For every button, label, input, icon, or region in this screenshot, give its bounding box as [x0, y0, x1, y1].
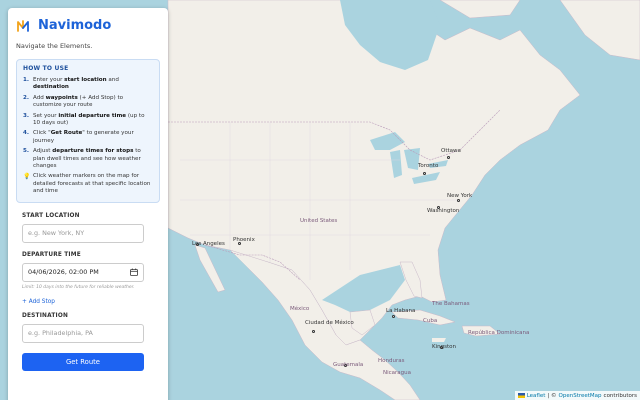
map-label-la-habana: La Habana — [386, 308, 416, 314]
departure-hint: Limit: 10 days into the future for relia… — [22, 284, 135, 290]
step-text: Adjust departure times for stops to plan… — [33, 148, 153, 170]
step-number: 2. — [23, 94, 30, 101]
destination-label: DESTINATION — [22, 312, 69, 319]
step-text: Click "Get Route" to generate your journ… — [33, 130, 153, 145]
step-2-bold-waypoints: waypoints — [45, 94, 78, 101]
step-number: 1. — [23, 77, 30, 83]
step-3-pre: Set your — [33, 112, 59, 119]
map-label-ciudad-de-mexico: Ciudad de México — [305, 320, 354, 326]
departure-time-input[interactable]: 04/06/2026, 02:00 PM — [22, 262, 144, 282]
departure-time-value: 04/06/2026, 02:00 PM — [28, 268, 99, 277]
step-3-bold-departure: initial departure time — [58, 112, 127, 119]
leaflet-link[interactable]: Leaflet — [527, 393, 546, 399]
map-label-bahamas: The Bahamas — [432, 301, 470, 307]
openstreetmap-link[interactable]: OpenStreetMap — [559, 393, 602, 399]
sidebar-panel: Navimodo Navigate the Elements. HOW TO U… — [8, 8, 168, 400]
step-number: 5. — [23, 148, 30, 155]
step-4: 4. Click "Get Route" to generate your jo… — [23, 130, 153, 145]
step-text: Set your initial departure time (up to 1… — [33, 113, 153, 128]
map-label-cuba: Cuba — [423, 318, 438, 324]
tip: 💡 Click weather markers on the map for d… — [23, 173, 153, 195]
how-to-use-box: HOW TO USE 1. Enter your start location … — [16, 59, 160, 203]
step-4-bold-get-route: Get Route — [50, 130, 83, 137]
step-4-pre: Click " — [33, 130, 51, 137]
route-form: START LOCATION e.g. New York, NY DEPARTU… — [16, 213, 160, 371]
newyork-marker — [457, 199, 460, 202]
step-2-pre: Add — [33, 94, 46, 101]
cdmx-marker — [312, 330, 315, 333]
calendar-icon[interactable] — [130, 268, 138, 277]
step-1-pre: Enter your — [33, 77, 65, 83]
map-label-mexico: México — [290, 306, 310, 312]
map-label-washington: Washington — [427, 208, 460, 214]
start-location-label: START LOCATION — [22, 212, 80, 219]
start-location-input[interactable]: e.g. New York, NY — [22, 223, 144, 243]
attribution-contributors: contributors — [603, 392, 637, 399]
lightbulb-icon: 💡 — [23, 173, 31, 181]
attribution-separator: | © — [547, 392, 557, 399]
get-route-button[interactable]: Get Route — [22, 352, 144, 371]
step-5: 5. Adjust departure times for stops to p… — [23, 148, 153, 170]
step-1-mid: and — [106, 77, 119, 83]
habana-marker — [392, 315, 395, 318]
step-number: 4. — [23, 130, 30, 137]
ukraine-flag-icon — [517, 393, 525, 398]
brand: Navimodo — [16, 18, 160, 33]
map-label-los-angeles: Los Angeles — [192, 241, 225, 247]
map-label-ottawa: Ottawa — [441, 148, 461, 154]
tip-text: Click weather markers on the map for det… — [33, 173, 151, 195]
step-text: Enter your start location and destinatio… — [33, 77, 153, 92]
map-label-guatemala: Guatemala — [333, 362, 364, 368]
toronto-marker — [423, 172, 426, 175]
map-label-phoenix: Phoenix — [233, 237, 255, 243]
step-2: 2. Add waypoints (+ Add Stop) to customi… — [23, 95, 153, 110]
map-label-honduras: Honduras — [378, 358, 405, 364]
map-label-kingston: Kingston — [432, 344, 456, 350]
map-label-nicaragua: Nicaragua — [383, 370, 412, 376]
how-to-use-title: HOW TO USE — [23, 65, 69, 72]
map-label-republica-dominicana: República Dominicana — [468, 330, 530, 336]
step-text: Add waypoints (+ Add Stop) to customize … — [33, 95, 153, 110]
step-1-bold-start: start location — [64, 77, 107, 83]
step-number: 3. — [23, 112, 30, 119]
tagline: Navigate the Elements. — [16, 42, 93, 50]
add-stop-button[interactable]: + Add Stop — [22, 299, 154, 305]
departure-time-label: DEPARTURE TIME — [22, 251, 81, 258]
step-5-pre: Adjust — [33, 148, 53, 155]
ottawa-marker — [447, 156, 450, 159]
navimodo-logo-icon — [17, 19, 29, 32]
step-1-bold-destination: destination — [33, 84, 69, 91]
map-label-united-states: United States — [300, 218, 338, 224]
steps-list: 1. Enter your start location and destina… — [23, 77, 153, 170]
destination-input[interactable]: e.g. Philadelphia, PA — [22, 323, 144, 343]
step-5-bold-stops: departure times for stops — [52, 148, 134, 155]
map-label-new-york: New York — [447, 193, 473, 199]
step-1: 1. Enter your start location and destina… — [23, 77, 153, 92]
step-3: 3. Set your initial departure time (up t… — [23, 113, 153, 128]
map-label-toronto: Toronto — [418, 163, 439, 169]
map-attribution: Leaflet | © OpenStreetMap contributors — [514, 391, 640, 400]
app-title: Navimodo — [38, 18, 112, 33]
